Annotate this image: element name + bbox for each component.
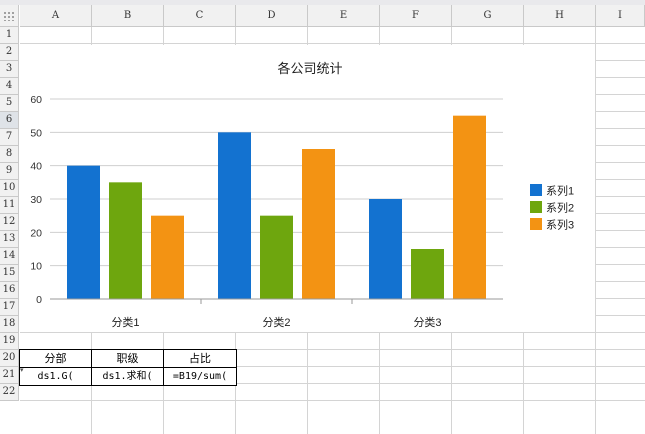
column-header-H[interactable]: H [524, 5, 596, 27]
row-header-8[interactable]: 8 [0, 146, 19, 163]
legend-label: 系列2 [546, 201, 574, 215]
y-tick-label: 0 [36, 294, 42, 306]
row-header-4[interactable]: 4 [0, 78, 19, 95]
column-header-F[interactable]: F [380, 5, 452, 27]
chart-title: 各公司统计 [277, 61, 342, 76]
row-header-3[interactable]: 3 [0, 61, 19, 78]
legend-swatch [530, 184, 542, 196]
y-tick-label: 40 [30, 161, 42, 173]
x-category-label: 分类2 [262, 315, 290, 329]
table-data-cell[interactable]: ds1.求和( [91, 367, 164, 386]
row-header-18[interactable]: 18 [0, 316, 19, 333]
legend-swatch [530, 218, 542, 230]
bar-系列1-分类3 [369, 199, 402, 299]
table-header-cell[interactable]: 职级 [91, 349, 164, 368]
row-header-22[interactable]: 22 [0, 384, 19, 401]
row-header-5[interactable]: 5 [0, 95, 19, 112]
expand-marker-icon: ▾ [20, 366, 24, 374]
row-header-15[interactable]: 15 [0, 265, 19, 282]
row-header-16[interactable]: 16 [0, 282, 19, 299]
row-header-19[interactable]: 19 [0, 333, 19, 350]
legend-swatch [530, 201, 542, 213]
y-tick-label: 50 [30, 127, 42, 139]
column-header-D[interactable]: D [236, 5, 308, 27]
bar-系列1-分类2 [218, 132, 251, 299]
chart-legend: 系列1 系列2 系列3 [530, 184, 574, 232]
row-header-6[interactable]: 6 [0, 112, 19, 129]
y-tick-label: 20 [30, 227, 42, 239]
chart-bars [67, 115, 486, 300]
row-header-21[interactable]: 21 [0, 367, 19, 384]
row-header-10[interactable]: 10 [0, 180, 19, 197]
grid-hline [20, 43, 645, 44]
select-all-corner[interactable] [0, 5, 19, 27]
table-data-cell[interactable]: =B19/sum( [163, 367, 237, 386]
legend-label: 系列3 [546, 218, 574, 232]
table-header-cell[interactable]: 占比 [163, 349, 237, 368]
column-header-C[interactable]: C [164, 5, 236, 27]
bar-系列3-分类3 [453, 115, 486, 300]
bar-系列1-分类1 [67, 165, 100, 299]
row-header-9[interactable]: 9 [0, 163, 19, 180]
bar-chart[interactable]: 各公司统计 0 10 20 30 40 50 60 分类1 分类2 分类3 系列1 系列2 系列3 [20, 45, 595, 332]
x-category-label: 分类1 [111, 315, 139, 329]
column-header-E[interactable]: E [308, 5, 380, 27]
y-tick-label: 60 [30, 94, 42, 106]
row-header-11[interactable]: 11 [0, 197, 19, 214]
bar-系列3-分类1 [151, 215, 184, 299]
column-header-G[interactable]: G [452, 5, 524, 27]
row-header-12[interactable]: 12 [0, 214, 19, 231]
grid-hline [20, 400, 645, 401]
row-header-14[interactable]: 14 [0, 248, 19, 265]
column-header-I[interactable]: I [596, 5, 645, 27]
bar-系列2-分类1 [109, 182, 142, 299]
row-header-7[interactable]: 7 [0, 129, 19, 146]
y-tick-label: 10 [30, 261, 42, 273]
column-header-B[interactable]: B [92, 5, 164, 27]
y-tick-label: 30 [30, 194, 42, 206]
row-header-17[interactable]: 17 [0, 299, 19, 316]
row-header-20[interactable]: 20 [0, 350, 19, 367]
x-category-label: 分类3 [413, 315, 441, 329]
legend-label: 系列1 [546, 184, 574, 198]
table-data-cell[interactable]: ds1.G( [19, 367, 92, 386]
bar-系列3-分类2 [302, 149, 335, 299]
column-header-A[interactable]: A [20, 5, 92, 27]
grip-dots-icon [3, 11, 15, 21]
grid-hline [20, 332, 645, 333]
row-header-13[interactable]: 13 [0, 231, 19, 248]
row-header-1[interactable]: 1 [0, 27, 19, 44]
row-header-2[interactable]: 2 [0, 44, 19, 61]
bar-系列2-分类2 [260, 215, 293, 299]
table-header-cell[interactable]: 分部 [19, 349, 92, 368]
bar-系列2-分类3 [411, 249, 444, 299]
